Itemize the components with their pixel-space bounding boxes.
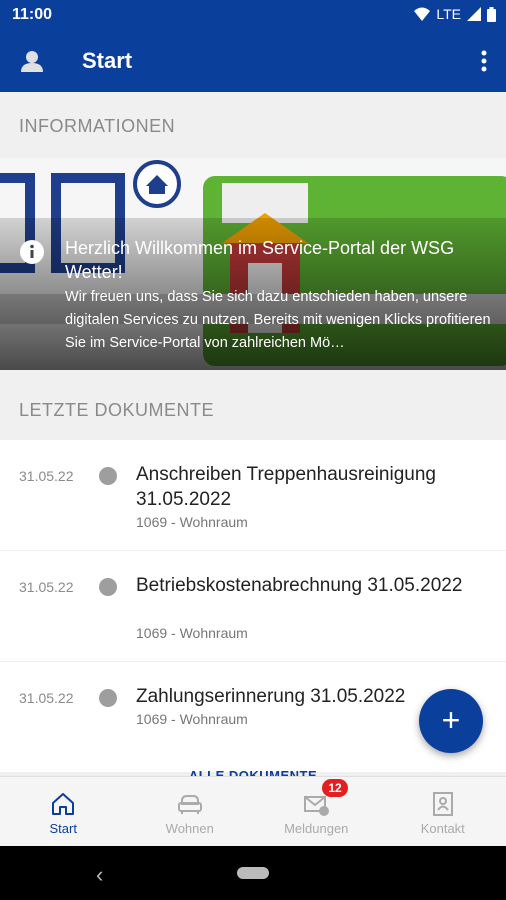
add-button[interactable]: +	[419, 689, 483, 753]
more-vert-icon[interactable]	[476, 46, 492, 76]
info-banner[interactable]: Herzlich Willkommen im Service-Portal de…	[0, 158, 506, 370]
nav-item-kontakt[interactable]: Kontakt	[380, 777, 506, 846]
document-item[interactable]: 31.05.22 Anschreiben Treppenhausreinigun…	[0, 440, 506, 551]
nav-label: Kontakt	[420, 821, 465, 836]
document-title: Betriebskostenabrechnung 31.05.2022	[136, 575, 463, 596]
nav-label: Wohnen	[165, 821, 214, 836]
document-date: 31.05.22	[19, 579, 74, 595]
contact-book-icon	[432, 792, 453, 816]
network-label: LTE	[436, 6, 461, 22]
unread-dot-icon	[99, 689, 117, 707]
status-time: 11:00	[12, 6, 53, 23]
signal-icon	[467, 7, 481, 21]
notification-badge: 12	[322, 779, 348, 797]
document-subtitle: 1069 - Wohnraum	[136, 514, 248, 530]
app-bar: Start	[0, 30, 506, 92]
sofa-icon	[177, 795, 202, 814]
bottom-navigation: Start Wohnen Meldungen Kontakt	[0, 776, 506, 846]
document-subtitle: 1069 - Wohnraum	[136, 711, 248, 727]
document-date: 31.05.22	[19, 468, 74, 484]
section-header-dokumente: LETZTE DOKUMENTE	[19, 400, 215, 420]
nav-item-start[interactable]: Start	[0, 777, 127, 846]
home-pill-icon[interactable]	[237, 867, 269, 879]
back-icon[interactable]: ‹	[96, 862, 103, 888]
page-title: Start	[82, 48, 133, 73]
battery-icon	[487, 6, 496, 22]
banner-title: Herzlich Willkommen im Service-Portal de…	[65, 238, 455, 282]
nav-item-wohnen[interactable]: Wohnen	[127, 777, 254, 846]
profile-icon[interactable]	[14, 44, 50, 80]
section-header-informationen: INFORMATIONEN	[19, 116, 176, 136]
unread-dot-icon	[99, 467, 117, 485]
home-icon	[52, 793, 75, 815]
info-icon	[20, 240, 44, 264]
wifi-icon	[414, 7, 431, 21]
banner-text: Wir freuen uns, dass Sie sich dazu entsc…	[65, 289, 491, 351]
status-bar: 11:00 LTE	[0, 0, 506, 30]
document-date: 31.05.22	[19, 690, 74, 706]
unread-dot-icon	[99, 578, 117, 596]
document-title: Anschreiben Treppenhausreinigung 31.05.2…	[136, 464, 436, 510]
system-navigation-bar: ‹	[0, 846, 506, 900]
document-subtitle: 1069 - Wohnraum	[136, 625, 248, 641]
document-item[interactable]: 31.05.22 Betriebskostenabrechnung 31.05.…	[0, 551, 506, 662]
nav-label: Meldungen	[284, 821, 349, 836]
nav-item-meldungen[interactable]: Meldungen	[253, 777, 380, 846]
system-icons: LTE	[414, 6, 496, 22]
nav-label: Start	[49, 821, 77, 836]
